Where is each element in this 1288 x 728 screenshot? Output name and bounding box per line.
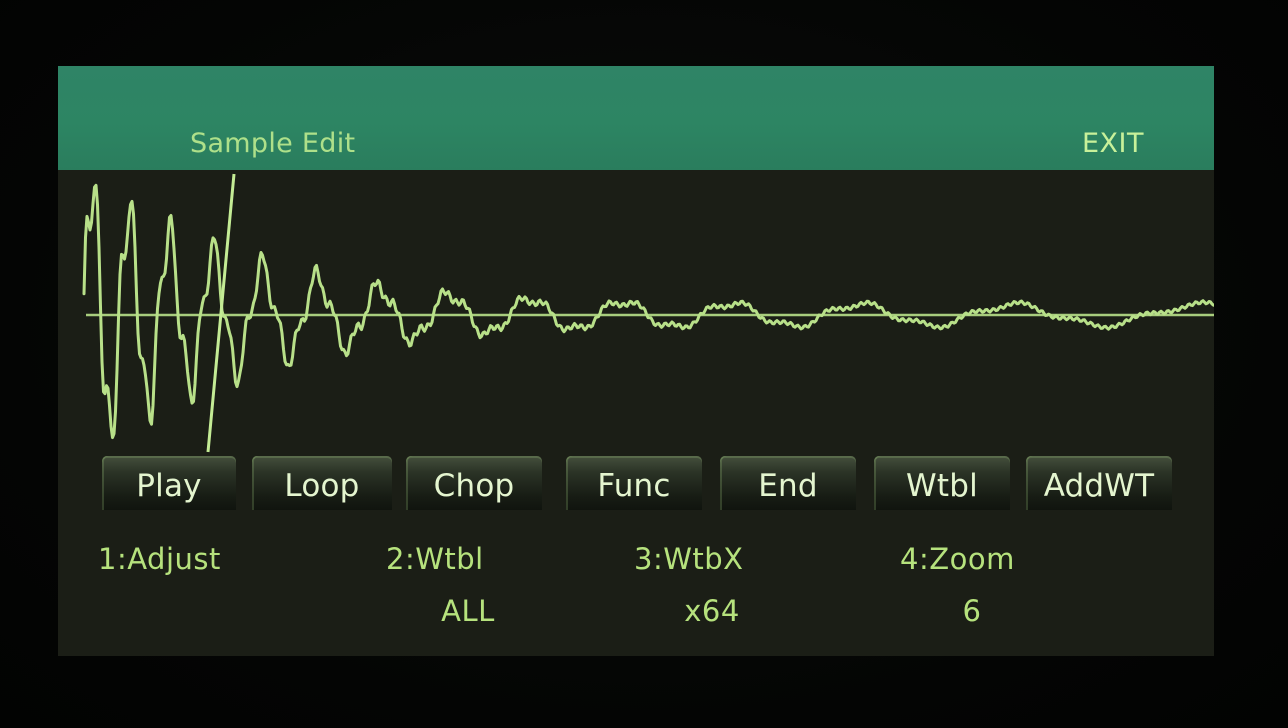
page-title: Sample Edit <box>190 128 356 159</box>
param-3-label: 3:WtbX <box>634 542 744 576</box>
param-2-value[interactable]: ALL <box>418 594 518 628</box>
waveform-trace <box>82 183 1214 440</box>
softkey-bar: Play Loop Chop Func End Wtbl AddWT <box>102 456 1182 516</box>
end-button-label: End <box>758 468 818 504</box>
loop-button-label: Loop <box>284 468 360 504</box>
addwt-button[interactable]: AddWT <box>1026 456 1172 510</box>
waveform-display[interactable] <box>58 170 1214 460</box>
func-button-label: Func <box>597 468 671 504</box>
addwt-button-label: AddWT <box>1043 468 1155 504</box>
param-3-value[interactable]: x64 <box>662 594 762 628</box>
func-button[interactable]: Func <box>566 456 702 510</box>
wtbl-button-label: Wtbl <box>906 468 978 504</box>
end-button[interactable]: End <box>720 456 856 510</box>
param-2-label: 2:Wtbl <box>386 542 484 576</box>
exit-button[interactable]: EXIT <box>1082 128 1144 159</box>
wtbl-button[interactable]: Wtbl <box>874 456 1010 510</box>
playhead-marker <box>206 173 236 453</box>
play-button-label: Play <box>136 468 202 504</box>
param-1-label: 1:Adjust <box>98 542 221 576</box>
param-4-value[interactable]: 6 <box>922 594 1022 628</box>
chop-button-label: Chop <box>433 468 515 504</box>
header-bar: Sample Edit EXIT <box>58 66 1214 170</box>
param-4-label: 4:Zoom <box>900 542 1015 576</box>
play-button[interactable]: Play <box>102 456 236 510</box>
display-screen: Sample Edit EXIT Play Loop Chop Func End… <box>58 66 1214 656</box>
loop-button[interactable]: Loop <box>252 456 392 510</box>
chop-button[interactable]: Chop <box>406 456 542 510</box>
device-bezel: Sample Edit EXIT Play Loop Chop Func End… <box>0 0 1288 728</box>
